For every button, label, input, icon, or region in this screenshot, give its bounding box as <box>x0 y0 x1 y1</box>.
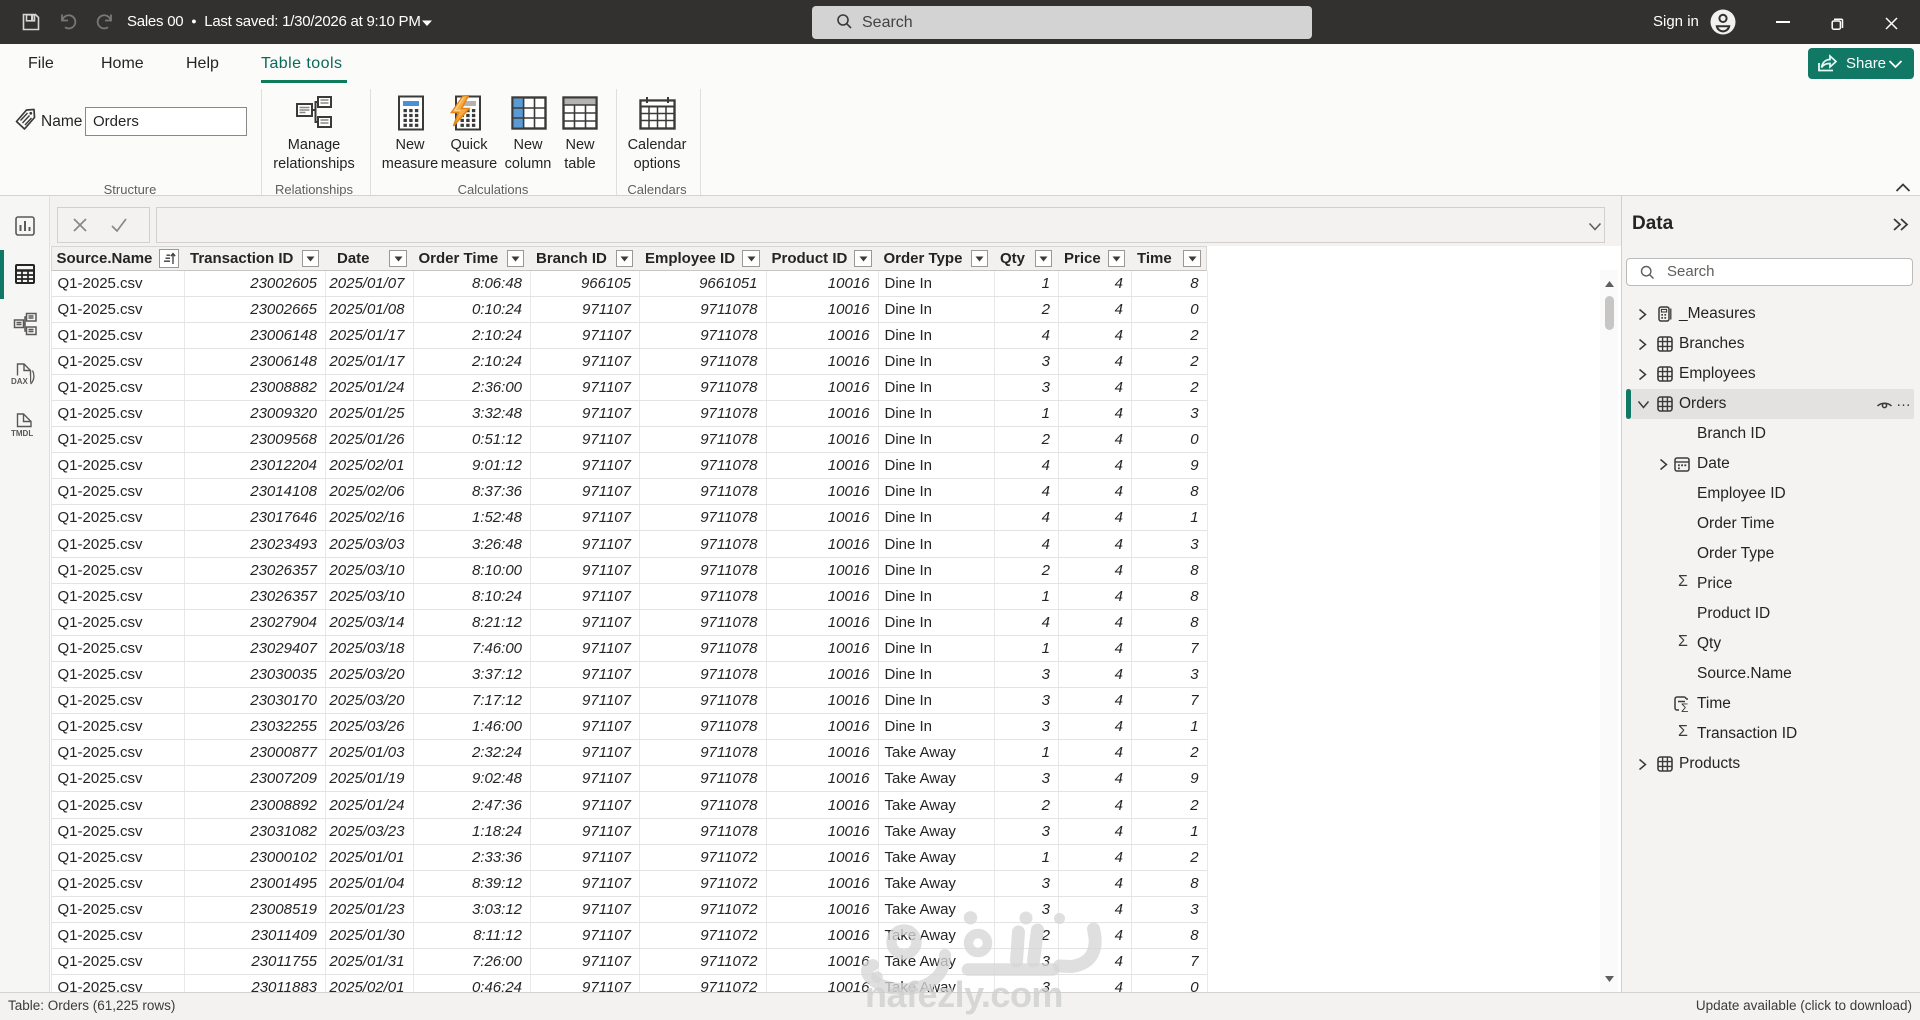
svg-text:Σ: Σ <box>1681 701 1688 713</box>
svg-text:DAX: DAX <box>11 377 29 386</box>
svg-text:TMDL: TMDL <box>11 429 33 438</box>
